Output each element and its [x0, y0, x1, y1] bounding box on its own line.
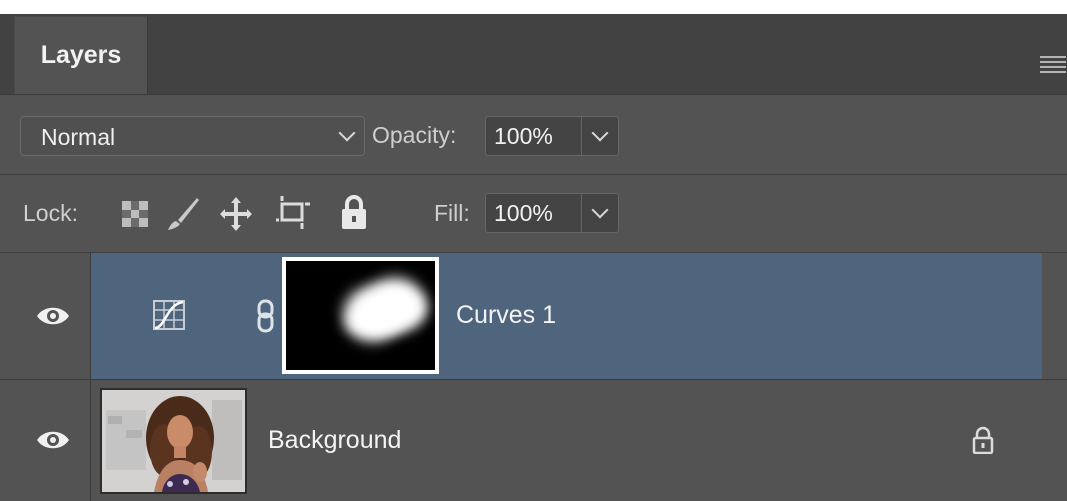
window-top-strip: [0, 0, 1067, 14]
chevron-down-icon[interactable]: [591, 201, 609, 219]
layer-name-background[interactable]: Background: [268, 426, 401, 455]
layer-row-curves[interactable]: Curves 1: [0, 253, 1067, 379]
visibility-column: [0, 253, 91, 379]
lock-position-icon[interactable]: [220, 196, 252, 232]
selected-row-highlight: [91, 253, 1042, 379]
eye-icon[interactable]: [36, 299, 70, 333]
fill-value: 100%: [494, 200, 553, 226]
lock-label: Lock:: [23, 200, 78, 226]
portrait-photo-icon: [102, 390, 245, 492]
tab-layers[interactable]: Layers: [14, 16, 148, 94]
chevron-down-icon: [338, 124, 356, 142]
opacity-value: 100%: [494, 123, 553, 149]
chain-link-icon[interactable]: [256, 299, 276, 333]
layer-row-background[interactable]: Background: [0, 379, 1067, 501]
lock-image-pixels-icon[interactable]: [166, 196, 200, 232]
opacity-field[interactable]: 100%: [485, 116, 619, 156]
hamburger-menu-icon[interactable]: [1040, 56, 1067, 76]
tab-layers-label: Layers: [40, 41, 122, 69]
fill-label: Fill:: [434, 200, 470, 226]
lock-transparent-pixels-icon[interactable]: [122, 201, 148, 227]
opacity-label: Opacity:: [372, 122, 457, 148]
lock-all-icon[interactable]: [340, 194, 368, 230]
curves-adjustment-icon[interactable]: [153, 300, 185, 330]
lock-icon[interactable]: [972, 426, 994, 454]
blend-mode-dropdown[interactable]: Normal: [20, 116, 365, 156]
fill-field[interactable]: 100%: [485, 193, 619, 233]
layer-mask-thumbnail[interactable]: [282, 257, 439, 374]
blend-row: Normal Opacity: 100%: [0, 95, 1067, 175]
lock-row: Lock: Fill: 100%: [0, 176, 1067, 253]
layer-thumbnail-photo[interactable]: [100, 388, 247, 494]
eye-icon[interactable]: [36, 423, 70, 457]
visibility-column: [0, 380, 91, 501]
layer-name-curves[interactable]: Curves 1: [456, 301, 556, 330]
lock-artboard-icon[interactable]: [276, 196, 310, 230]
blend-mode-value: Normal: [41, 124, 116, 150]
panel-tab-bar: Layers: [0, 14, 1067, 95]
chevron-down-icon[interactable]: [591, 124, 609, 142]
